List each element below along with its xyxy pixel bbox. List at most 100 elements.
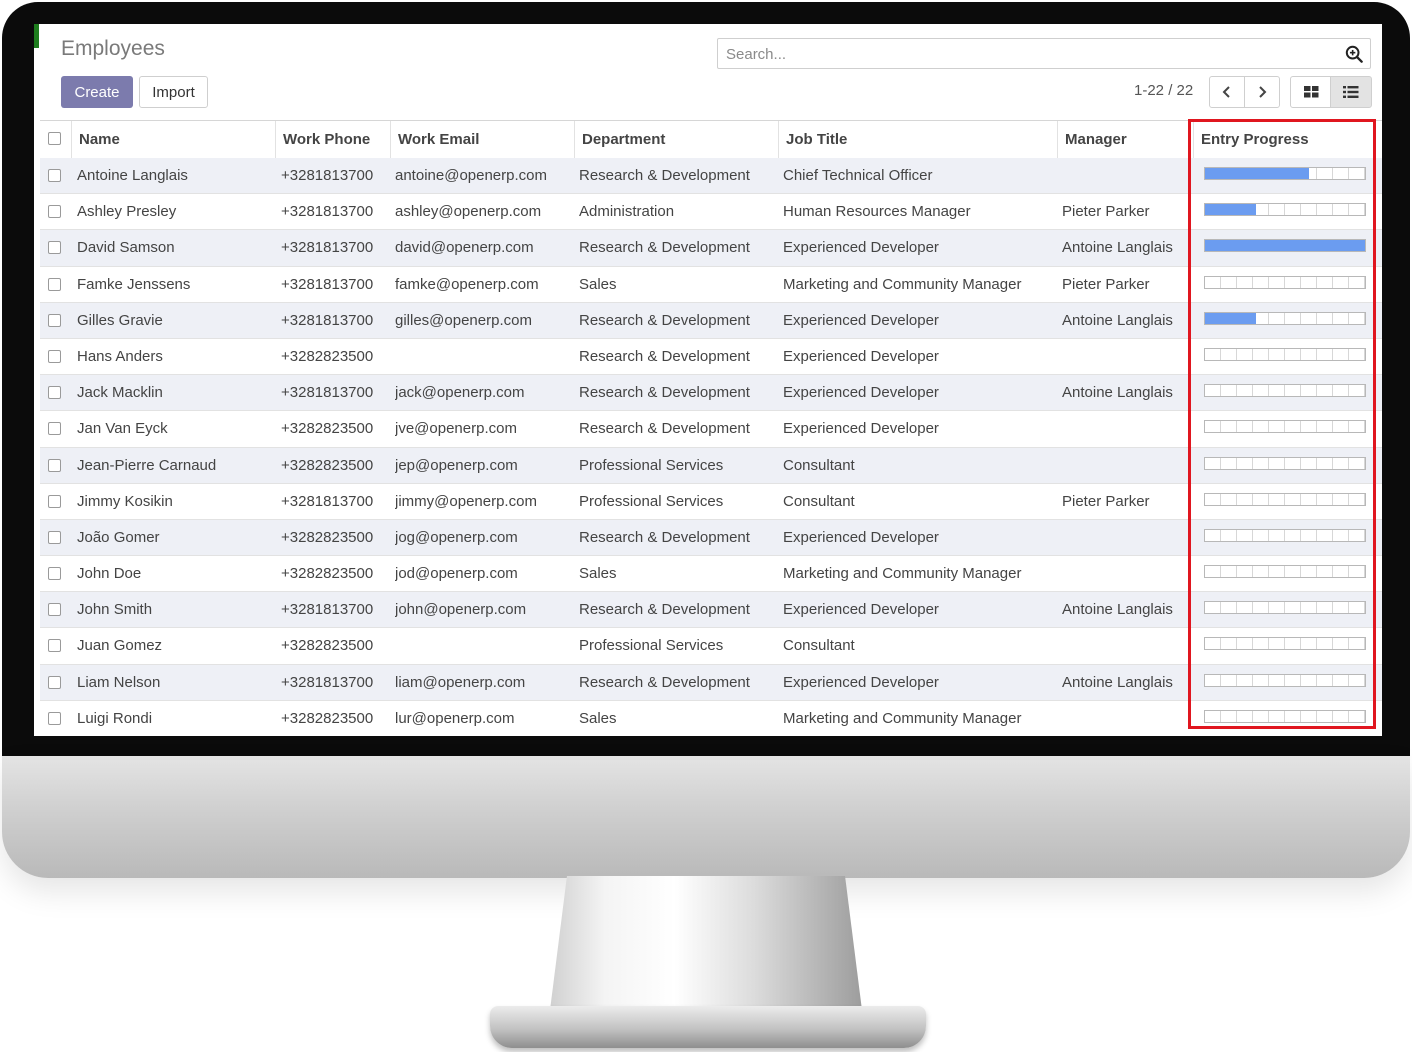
cell-manager: Antoine Langlais	[1062, 239, 1173, 257]
cell-department: Research & Development	[579, 167, 750, 184]
cell-job: Experienced Developer	[783, 601, 939, 619]
row-checkbox[interactable]	[48, 675, 61, 689]
screen: Employees Create Import 1-22 / 22	[34, 24, 1382, 736]
cell-job: Consultant	[783, 637, 855, 655]
cell-name: Gilles Gravie	[77, 311, 163, 329]
import-button[interactable]: Import	[139, 76, 208, 108]
create-button[interactable]: Create	[61, 76, 133, 108]
cell-name: David Samson	[77, 239, 175, 257]
entry-progress-bar	[1204, 384, 1366, 398]
search-plus-icon[interactable]	[1345, 45, 1363, 63]
row-checkbox[interactable]	[48, 530, 61, 544]
column-header-entry-progress[interactable]: Entry Progress	[1193, 121, 1382, 158]
table-row[interactable]: Famke Jenssens +3281813700 famke@openerp.c…	[40, 266, 1382, 303]
column-header-work-email[interactable]: Work Email	[390, 121, 574, 158]
cell-job: Consultant	[783, 492, 855, 510]
row-checkbox[interactable]	[48, 494, 61, 508]
grid-view-icon	[1303, 86, 1318, 98]
column-header-department[interactable]: Department	[574, 121, 778, 158]
column-header-work-phone[interactable]: Work Phone	[275, 121, 390, 158]
table-row[interactable]: Juan Gomez +3282823500 Professional Servic…	[40, 628, 1382, 665]
cell-name: Luigi Rondi	[77, 709, 153, 727]
table-row[interactable]: Luigi Rondi +3282823500 lur@openerp.com Sal…	[40, 700, 1382, 736]
cell-email: jve@openerp.com	[395, 420, 517, 438]
entry-progress-bar	[1204, 528, 1366, 542]
entry-progress-bar	[1204, 420, 1366, 434]
cell-department: Research & Development	[579, 673, 750, 691]
kanban-view-button[interactable]	[1290, 76, 1332, 108]
cell-phone: +3281813700	[281, 673, 374, 691]
cell-department: Research & Development	[579, 384, 750, 402]
entry-progress-fill	[1205, 312, 1257, 324]
entry-progress-bar	[1204, 275, 1366, 289]
pager-next-button[interactable]	[1244, 76, 1280, 108]
cell-manager	[1062, 448, 1192, 484]
cell-manager	[1062, 411, 1192, 447]
cell-department: Research & Development	[579, 420, 750, 438]
cell-manager: Antoine Langlais	[1062, 384, 1173, 402]
entry-progress-fill	[1205, 168, 1309, 179]
row-checkbox[interactable]	[48, 386, 61, 400]
row-checkbox[interactable]	[48, 169, 61, 182]
row-checkbox[interactable]	[48, 313, 61, 327]
pager-value[interactable]: 1-22 / 22	[1134, 82, 1193, 99]
table-header: Name Work Phone Work Email Department Jo…	[40, 120, 1382, 159]
row-checkbox[interactable]	[48, 422, 61, 436]
row-checkbox[interactable]	[48, 458, 61, 472]
entry-progress-bar	[1204, 456, 1366, 470]
select-all-checkbox[interactable]	[48, 132, 61, 145]
table-row[interactable]: Jean-Pierre Carnaud +3282823500 jep@opener…	[40, 447, 1382, 484]
table-row[interactable]: Ashley Presley +3281813700 ashley@openerp.…	[40, 194, 1382, 231]
list-view-button[interactable]	[1330, 76, 1372, 108]
cell-phone: +3281813700	[281, 275, 374, 293]
table-row[interactable]: David Samson +3281813700 david@openerp.com…	[40, 230, 1382, 267]
table-row[interactable]: Gilles Gravie +3281813700 gilles@openerp.c…	[40, 302, 1382, 339]
entry-progress-bar	[1204, 492, 1366, 506]
row-checkbox[interactable]	[48, 277, 61, 291]
cell-phone: +3281813700	[281, 167, 374, 184]
column-header-manager[interactable]: Manager	[1057, 121, 1193, 158]
cell-job: Experienced Developer	[783, 311, 939, 329]
row-checkbox[interactable]	[48, 639, 61, 653]
cell-name: Jan Van Eyck	[77, 420, 168, 438]
pager-previous-button[interactable]	[1209, 76, 1245, 108]
cell-name: John Smith	[77, 601, 153, 619]
cell-name: Jimmy Kosikin	[77, 492, 173, 510]
cell-email: liam@openerp.com	[395, 673, 526, 691]
column-header-job-title[interactable]: Job Title	[778, 121, 1057, 158]
cell-manager: Pieter Parker	[1062, 492, 1150, 510]
table-row[interactable]: John Smith +3281813700 john@openerp.com Res…	[40, 592, 1382, 629]
cell-email: jog@openerp.com	[395, 528, 518, 546]
entry-progress-bar	[1204, 347, 1366, 361]
cell-manager: Pieter Parker	[1062, 203, 1150, 221]
row-checkbox[interactable]	[48, 241, 61, 255]
row-checkbox[interactable]	[48, 567, 61, 581]
table-row[interactable]: John Doe +3282823500 jod@openerp.com Sales M…	[40, 556, 1382, 593]
table-row[interactable]: João Gomer +3282823500 jog@openerp.com Rese…	[40, 519, 1382, 557]
cell-email: jep@openerp.com	[395, 456, 518, 474]
column-header-name[interactable]: Name	[71, 121, 275, 158]
search-input[interactable]	[724, 39, 1328, 70]
table-row[interactable]: Antoine Langlais +3281813700 antoine@opene…	[40, 158, 1382, 195]
row-checkbox[interactable]	[48, 205, 61, 219]
cell-job: Marketing and Community Manager	[783, 709, 1022, 727]
table-row[interactable]: Jan Van Eyck +3282823500 jve@openerp.com Re…	[40, 411, 1382, 448]
cell-department: Research & Development	[579, 311, 750, 329]
cell-manager	[1062, 520, 1192, 556]
row-checkbox[interactable]	[48, 711, 61, 725]
table-row[interactable]: Hans Anders +3282823500 Research & Develop…	[40, 338, 1382, 376]
table-row[interactable]: Jack Macklin +3281813700 jack@openerp.com R…	[40, 375, 1382, 412]
cell-email: lur@openerp.com	[395, 709, 515, 727]
table-row[interactable]: Liam Nelson +3281813700 liam@openerp.com Re…	[40, 664, 1382, 701]
row-checkbox[interactable]	[48, 349, 61, 363]
row-checkbox[interactable]	[48, 603, 61, 617]
table-row[interactable]: Jimmy Kosikin +3281813700 jimmy@openerp.co…	[40, 483, 1382, 520]
cell-department: Research & Development	[579, 528, 750, 546]
cell-email: antoine@openerp.com	[395, 167, 547, 184]
monitor-stand-neck	[548, 876, 864, 1026]
cell-phone: +3281813700	[281, 239, 374, 257]
cell-department: Research & Development	[579, 239, 750, 257]
cell-job: Marketing and Community Manager	[783, 275, 1022, 293]
cell-manager	[1062, 556, 1192, 592]
status-indicator	[34, 24, 39, 48]
